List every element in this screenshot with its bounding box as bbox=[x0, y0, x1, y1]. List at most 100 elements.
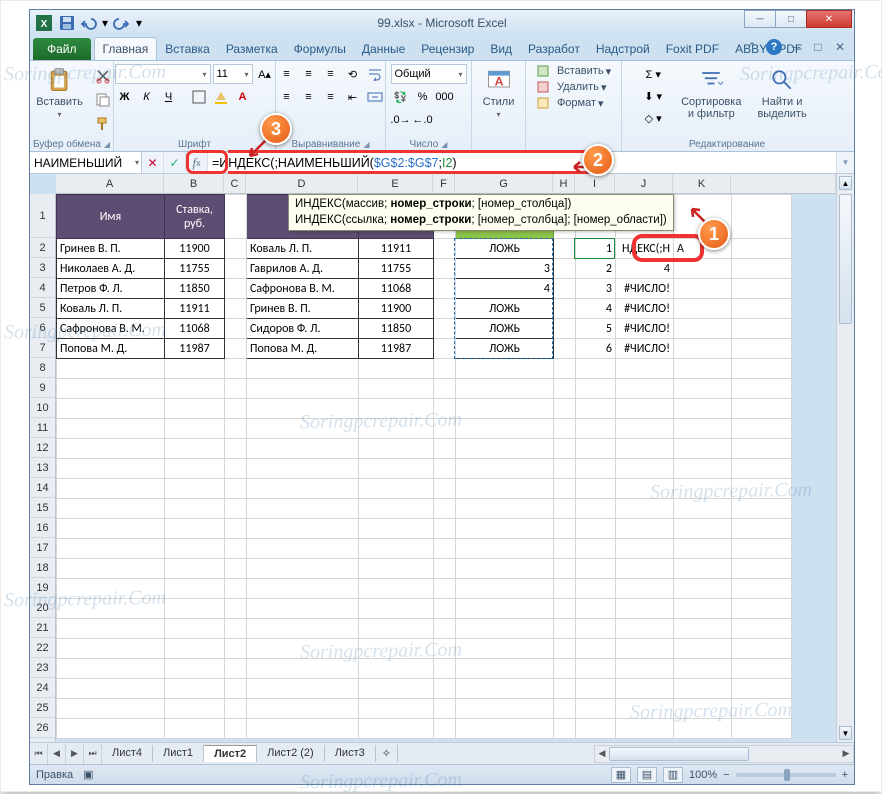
comma-icon[interactable]: 000 bbox=[435, 87, 455, 107]
border-icon[interactable] bbox=[189, 87, 209, 107]
sheet-nav-first[interactable]: ⏮ bbox=[30, 744, 48, 764]
tab-data[interactable]: Данные bbox=[354, 38, 413, 60]
align-bottom-icon[interactable]: ≡ bbox=[321, 64, 341, 84]
title-bar: X ▾ ▾ 99.xlsx - Microsoft Excel ─ □ ✕ bbox=[30, 10, 854, 36]
increase-font-icon[interactable]: A▴ bbox=[255, 64, 275, 84]
undo-dropdown[interactable]: ▾ bbox=[100, 14, 110, 32]
zoom-in-icon[interactable]: + bbox=[842, 769, 848, 781]
sort-filter-button[interactable]: Сортировка и фильтр bbox=[675, 64, 747, 122]
font-color-icon[interactable]: A bbox=[233, 87, 253, 107]
workbook-restore-icon[interactable]: □ bbox=[810, 39, 826, 55]
accounting-icon[interactable]: 💱 bbox=[391, 87, 411, 107]
sheet-tab[interactable]: Лист2 bbox=[204, 745, 257, 762]
save-icon[interactable] bbox=[58, 14, 76, 32]
qat-customize[interactable]: ▾ bbox=[134, 14, 144, 32]
status-bar: Правка ▣ ▦ ▤ ▥ 100% − + bbox=[30, 764, 854, 784]
alignment-launcher[interactable]: ◢ bbox=[363, 140, 369, 149]
align-top-icon[interactable]: ≡ bbox=[277, 64, 297, 84]
font-size-combo[interactable]: 11▾ bbox=[213, 64, 253, 84]
minimize-button[interactable]: ─ bbox=[744, 10, 776, 28]
new-sheet-icon[interactable]: ✧ bbox=[376, 745, 398, 762]
styles-button[interactable]: A Стили▾ bbox=[477, 64, 521, 121]
alignment-label: Выравнивание bbox=[292, 139, 361, 150]
svg-text:A: A bbox=[494, 74, 503, 88]
wrap-text-icon[interactable] bbox=[365, 64, 385, 84]
fill-color-icon[interactable] bbox=[211, 87, 231, 107]
maximize-button[interactable]: □ bbox=[775, 10, 807, 28]
cells-format[interactable]: Формат ▾ bbox=[536, 96, 611, 110]
underline-icon[interactable]: Ч bbox=[159, 87, 179, 107]
tab-file[interactable]: Файл bbox=[33, 38, 91, 60]
font-name-combo[interactable]: ▾ bbox=[115, 64, 211, 84]
tab-developer[interactable]: Разработ bbox=[520, 38, 588, 60]
tab-home[interactable]: Главная bbox=[94, 37, 158, 60]
merge-icon[interactable] bbox=[365, 87, 385, 107]
ribbon-minimize-icon[interactable]: ⌃ bbox=[744, 39, 760, 55]
horizontal-scrollbar[interactable]: ◀▶ bbox=[594, 745, 854, 763]
view-layout-icon[interactable]: ▤ bbox=[637, 767, 657, 783]
copy-icon[interactable] bbox=[93, 90, 113, 110]
workbook-minimize-icon[interactable]: ─ bbox=[788, 39, 804, 55]
undo-icon[interactable] bbox=[79, 14, 97, 32]
decrease-decimal-icon[interactable]: ←.0 bbox=[413, 110, 433, 130]
bold-icon[interactable]: Ж bbox=[115, 87, 135, 107]
tab-view[interactable]: Вид bbox=[482, 38, 520, 60]
percent-icon[interactable]: % bbox=[413, 87, 433, 107]
find-select-button[interactable]: Найти и выделить bbox=[751, 64, 812, 122]
tab-formulas[interactable]: Формулы bbox=[286, 38, 354, 60]
highlight-cell-j2 bbox=[632, 234, 704, 262]
workbook-close-icon[interactable]: ✕ bbox=[832, 39, 848, 55]
tab-insert[interactable]: Вставка bbox=[157, 38, 218, 60]
callout-2: 2 bbox=[582, 144, 614, 176]
zoom-out-icon[interactable]: − bbox=[723, 769, 729, 781]
highlight-fx bbox=[186, 150, 228, 174]
cells-insert[interactable]: Вставить ▾ bbox=[536, 64, 611, 78]
sheet-nav-prev[interactable]: ◀ bbox=[48, 744, 66, 764]
cut-icon[interactable] bbox=[93, 66, 113, 86]
sheet-tab[interactable]: Лист4 bbox=[102, 745, 153, 762]
cancel-formula-icon[interactable]: ✕ bbox=[142, 152, 164, 174]
autosum-icon[interactable]: Σ ▾ bbox=[641, 64, 665, 84]
tab-foxit[interactable]: Foxit PDF bbox=[658, 38, 727, 60]
number-format-combo[interactable]: Общий▾ bbox=[391, 64, 467, 84]
sheet-tab[interactable]: Лист2 (2) bbox=[257, 745, 325, 762]
align-center-icon[interactable]: ≡ bbox=[299, 87, 319, 107]
view-pagebreak-icon[interactable]: ▥ bbox=[663, 767, 683, 783]
align-right-icon[interactable]: ≡ bbox=[321, 87, 341, 107]
align-middle-icon[interactable]: ≡ bbox=[299, 64, 319, 84]
formula-bar-expand[interactable]: ▾ bbox=[836, 152, 854, 173]
redo-icon[interactable] bbox=[113, 14, 131, 32]
column-headers[interactable]: ABCDEFGHIJK bbox=[56, 174, 836, 194]
indent-dec-icon[interactable]: ⇤ bbox=[343, 87, 363, 107]
fill-icon[interactable]: ⬇ ▾ bbox=[641, 86, 665, 106]
worksheet-grid[interactable]: ИмяСтавка, руб.ИмяСтавка, руб.Количество… bbox=[56, 194, 836, 742]
sheet-nav-next[interactable]: ▶ bbox=[66, 744, 84, 764]
zoom-level: 100% bbox=[689, 769, 717, 781]
row-headers[interactable]: 1234567891011121314151617181920212223242… bbox=[30, 194, 56, 742]
increase-decimal-icon[interactable]: .0→ bbox=[391, 110, 411, 130]
clear-icon[interactable]: ◇ ▾ bbox=[641, 108, 665, 128]
orientation-icon[interactable]: ⟲ bbox=[343, 64, 363, 84]
align-left-icon[interactable]: ≡ bbox=[277, 87, 297, 107]
number-launcher[interactable]: ◢ bbox=[441, 140, 447, 149]
close-button[interactable]: ✕ bbox=[806, 10, 852, 28]
view-normal-icon[interactable]: ▦ bbox=[611, 767, 631, 783]
sheet-tab[interactable]: Лист1 bbox=[153, 745, 204, 762]
paste-button[interactable]: Вставить ▾ bbox=[30, 64, 89, 121]
macro-record-icon[interactable]: ▣ bbox=[83, 768, 93, 781]
vertical-scrollbar[interactable]: ▲ ▼ bbox=[836, 174, 854, 742]
cells-delete[interactable]: Удалить ▾ bbox=[536, 80, 611, 94]
zoom-slider[interactable] bbox=[736, 773, 836, 777]
format-painter-icon[interactable] bbox=[93, 114, 113, 134]
help-icon[interactable]: ? bbox=[766, 39, 782, 55]
sheet-nav-last[interactable]: ⏭ bbox=[84, 744, 102, 764]
confirm-formula-icon[interactable]: ✓ bbox=[164, 152, 186, 174]
tab-layout[interactable]: Разметка bbox=[218, 38, 286, 60]
ribbon: Вставить ▾ Буфер обмена◢ ▾ 11▾ A▴ bbox=[30, 60, 854, 152]
tab-addins[interactable]: Надстрой bbox=[588, 38, 658, 60]
name-box[interactable]: НАИМЕНЬШИЙ▾ bbox=[30, 152, 142, 173]
tab-review[interactable]: Рецензир bbox=[413, 38, 482, 60]
clipboard-launcher[interactable]: ◢ bbox=[104, 140, 110, 149]
italic-icon[interactable]: К bbox=[137, 87, 157, 107]
sheet-tab[interactable]: Лист3 bbox=[325, 745, 376, 762]
